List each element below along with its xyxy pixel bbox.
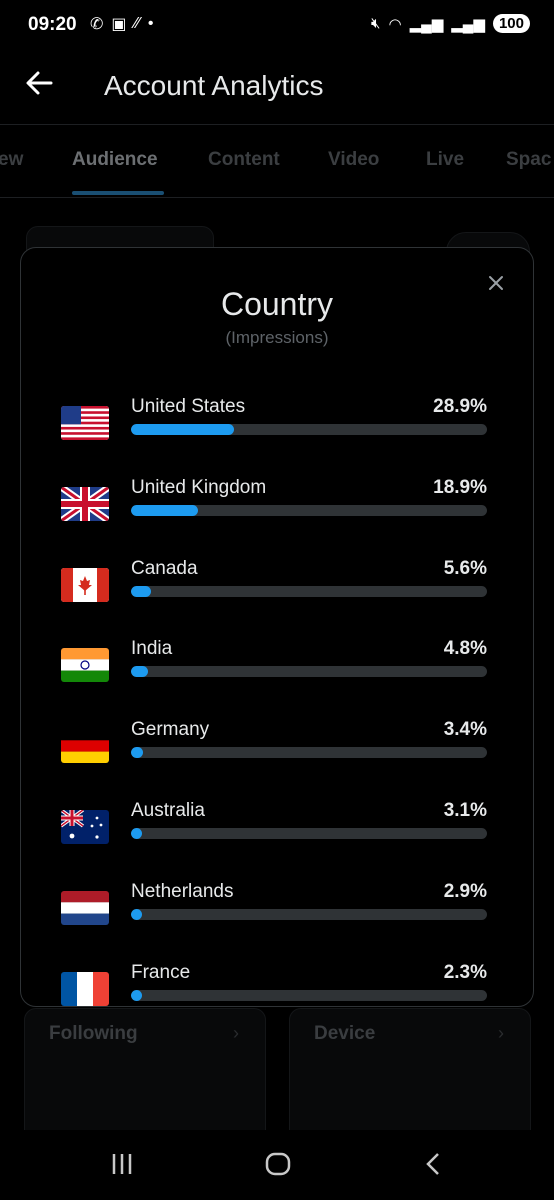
modal-subtitle: (Impressions) (225, 328, 329, 347)
tab-live[interactable]: Live (426, 149, 464, 171)
modal-title: Country (220, 286, 334, 322)
netherlands-flag-icon (61, 890, 109, 925)
back-button[interactable] (420, 1150, 448, 1184)
canada-flag-icon (61, 567, 109, 602)
mute-icon: 🔇︎ (371, 15, 381, 32)
australia-flag-icon (61, 810, 109, 844)
percent-bar-track (131, 828, 487, 839)
back-arrow-icon[interactable] (24, 68, 58, 102)
country-percent: 3.1% (443, 800, 487, 821)
wifi-icon: ◠ (388, 15, 402, 33)
bg-device-card: Device › (289, 1008, 531, 1148)
country-row: Netherlands 2.9% (21, 881, 533, 941)
country-name: Netherlands (131, 880, 234, 902)
tab-video[interactable]: Video (328, 149, 379, 171)
country-percent: 2.9% (443, 880, 487, 902)
percent-bar-track (131, 747, 487, 759)
percent-bar-fill (131, 989, 143, 1001)
scan-icon: ▣ (111, 16, 127, 33)
country-name: Australia (131, 800, 205, 821)
germany-flag-icon (61, 729, 109, 764)
whatsapp-icon: ✆ (90, 16, 104, 33)
device-card-title: Device (314, 1023, 376, 1044)
country-name: France (131, 961, 191, 983)
country-name: Canada (131, 557, 198, 579)
country-row: United Kingdom 18.9% (21, 477, 533, 537)
dot-icon: • (147, 15, 154, 32)
uk-flag-icon (61, 486, 109, 521)
percent-bar-track (131, 908, 487, 920)
chevron-right-icon: › (498, 1023, 504, 1043)
country-modal: Country (Impressions) United States 28.9%… (20, 247, 534, 1007)
tab-overview[interactable]: ew (0, 149, 23, 171)
country-row: India 4.8% (21, 638, 533, 698)
following-card-title: Following (49, 1023, 138, 1044)
percent-bar-track (131, 504, 487, 516)
country-row: Germany 3.4% (21, 719, 533, 779)
bg-following-card: Following › (24, 1008, 266, 1148)
percent-bar-fill (131, 828, 143, 839)
country-name: Germany (131, 719, 210, 741)
country-percent: 5.6% (443, 557, 487, 579)
percent-bar-track (131, 666, 487, 678)
battery-indicator: 100 (492, 14, 530, 33)
percent-bar-fill (131, 908, 143, 920)
india-flag-icon (61, 648, 109, 683)
country-row: France 2.3% (21, 961, 533, 1006)
tab-content[interactable]: Content (208, 149, 280, 171)
recents-button[interactable] (108, 1150, 136, 1184)
home-button[interactable] (264, 1150, 292, 1184)
tab-bar: ew Audience Content Video Live Spac (0, 124, 554, 198)
country-percent: 28.9% (433, 396, 487, 417)
country-name: United States (131, 396, 246, 417)
us-flag-icon (61, 406, 109, 440)
tab-audience[interactable]: Audience (72, 149, 158, 171)
country-percent: 2.3% (443, 961, 487, 983)
country-row: Canada 5.6% (21, 558, 533, 618)
country-percent: 4.8% (443, 638, 487, 660)
app-bar: Account Analytics (0, 52, 554, 124)
chevron-right-icon: › (233, 1023, 239, 1043)
percent-bar-track (131, 424, 487, 435)
cell-signal-icon: ▂▄▆ (409, 15, 444, 33)
signal-wave-icon: ⁄⁄ (134, 15, 140, 32)
country-name: India (131, 638, 173, 660)
status-bar: 09:20 ✆ ▣ ⁄⁄ • 🔇︎ ◠ ▂▄▆ ▂▄▆ 100 (0, 0, 554, 52)
percent-bar-track (131, 585, 487, 597)
percent-bar-fill (131, 504, 199, 516)
country-row: Australia 3.1% (21, 800, 533, 860)
system-nav-bar (0, 1130, 554, 1200)
percent-bar-fill (131, 747, 144, 759)
tab-active-indicator (72, 191, 164, 195)
percent-bar-fill (131, 666, 149, 678)
country-percent: 18.9% (433, 476, 487, 498)
percent-bar-track (131, 989, 487, 1001)
status-time: 09:20 (28, 14, 77, 35)
country-percent: 3.4% (443, 719, 487, 741)
page-title: Account Analytics (104, 70, 324, 101)
cell-signal-2-icon: ▂▄▆ (451, 15, 485, 33)
percent-bar-fill (131, 585, 151, 597)
percent-bar-fill (131, 424, 234, 435)
country-name: United Kingdom (131, 476, 267, 498)
tab-spaces[interactable]: Spac (506, 149, 551, 171)
country-row: United States 28.9% (21, 396, 533, 456)
france-flag-icon (61, 971, 109, 1006)
